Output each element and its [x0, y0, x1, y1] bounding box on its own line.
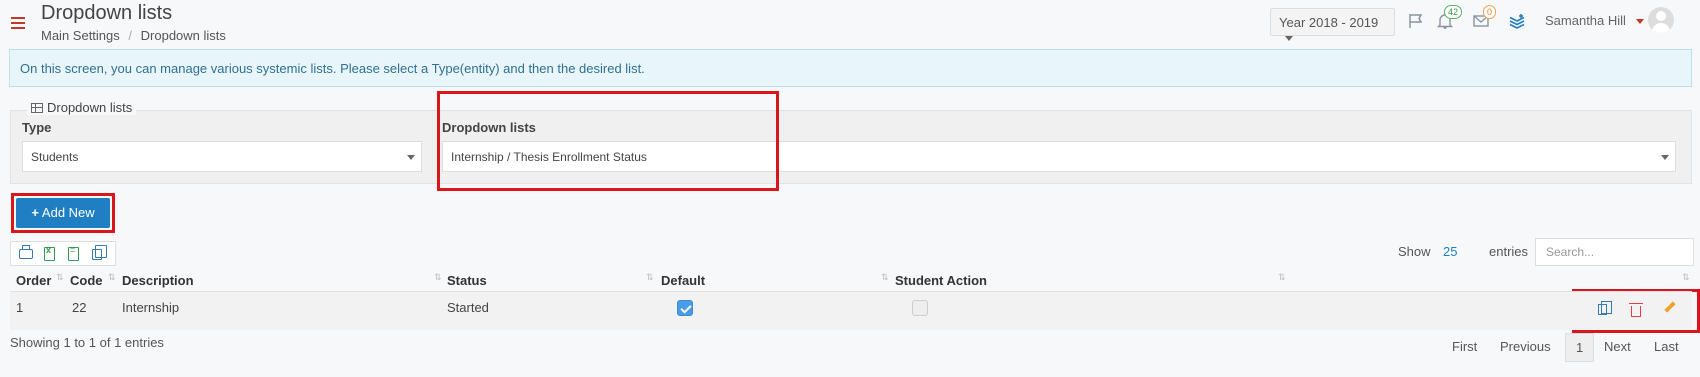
type-select-value: Students: [31, 150, 79, 164]
breadcrumb-current: Dropdown lists: [140, 28, 226, 43]
sort-icon[interactable]: ⇅: [56, 272, 64, 283]
page-size-select[interactable]: 25: [1443, 244, 1457, 259]
pagination-first[interactable]: First: [1452, 339, 1477, 354]
info-alert: On this screen, you can manage various s…: [9, 49, 1692, 87]
plus-icon: +: [31, 205, 39, 220]
top-header: Dropdown lists Main Settings / Dropdown …: [0, 0, 1700, 47]
copy-icon[interactable]: [92, 245, 107, 260]
pagination-next[interactable]: Next: [1604, 339, 1631, 354]
sort-icon[interactable]: ⇅: [881, 272, 889, 283]
column-header-status[interactable]: Status: [447, 273, 487, 288]
menu-icon[interactable]: [11, 17, 25, 29]
add-new-button[interactable]: + Add New: [16, 198, 110, 228]
excel-icon[interactable]: [44, 245, 55, 261]
sort-icon[interactable]: ⇅: [108, 272, 116, 283]
breadcrumb: Main Settings / Dropdown lists: [41, 28, 226, 43]
chevron-down-icon: [407, 155, 415, 160]
export-toolbar: [10, 241, 116, 266]
cell-order: 1: [16, 300, 24, 315]
column-header-student-action[interactable]: Student Action: [895, 273, 987, 288]
type-label: Type: [22, 120, 52, 135]
flag-icon[interactable]: [1406, 12, 1426, 32]
pagination-current[interactable]: 1: [1565, 333, 1595, 362]
table-info: Showing 1 to 1 of 1 entries: [10, 335, 164, 350]
notifications-badge: 42: [1444, 5, 1463, 19]
sort-icon[interactable]: ⇅: [1278, 272, 1286, 283]
highlight-dropdown-list: [437, 91, 779, 191]
pagination-last[interactable]: Last: [1654, 339, 1679, 354]
chevron-down-icon: [1285, 36, 1293, 42]
table-row: [10, 292, 1692, 330]
csv-icon[interactable]: [68, 245, 79, 261]
messages-badge: 0: [1483, 5, 1497, 19]
breadcrumb-main-settings[interactable]: Main Settings: [41, 28, 120, 43]
chevron-down-icon: [1661, 155, 1669, 160]
page-title: Dropdown lists: [41, 2, 173, 24]
print-icon[interactable]: [19, 245, 33, 259]
type-select[interactable]: Students: [22, 141, 422, 172]
entries-label: entries: [1489, 244, 1529, 259]
search-input[interactable]: [1535, 238, 1694, 266]
layers-icon[interactable]: [1507, 12, 1527, 32]
cell-status: Started: [447, 300, 489, 315]
year-selector-label: Year 2018 - 2019: [1279, 15, 1379, 30]
filter-legend: Dropdown lists: [27, 100, 137, 115]
chevron-down-icon[interactable]: [1636, 19, 1644, 24]
user-name[interactable]: Samantha Hill: [1545, 13, 1626, 28]
pagination-previous[interactable]: Previous: [1500, 339, 1551, 354]
column-header-default[interactable]: Default: [661, 273, 705, 288]
copy-icon[interactable]: [1598, 301, 1612, 315]
avatar[interactable]: [1648, 7, 1674, 33]
default-checkbox[interactable]: [677, 300, 693, 316]
year-selector[interactable]: Year 2018 - 2019: [1270, 8, 1395, 42]
sort-icon[interactable]: ⇅: [434, 272, 442, 283]
student-action-checkbox[interactable]: [912, 300, 928, 316]
breadcrumb-separator: /: [128, 28, 133, 43]
column-header-order[interactable]: Order: [16, 273, 51, 288]
column-header-code[interactable]: Code: [70, 273, 103, 288]
cell-description: Internship: [122, 300, 180, 315]
cell-code: 22: [72, 300, 87, 315]
trash-icon[interactable]: [1629, 303, 1643, 317]
table-icon: [31, 103, 43, 113]
sort-icon[interactable]: ⇅: [646, 272, 654, 283]
sort-icon[interactable]: ⇅: [1682, 272, 1690, 283]
show-label: Show: [1398, 244, 1431, 259]
column-header-description[interactable]: Description: [122, 273, 194, 288]
